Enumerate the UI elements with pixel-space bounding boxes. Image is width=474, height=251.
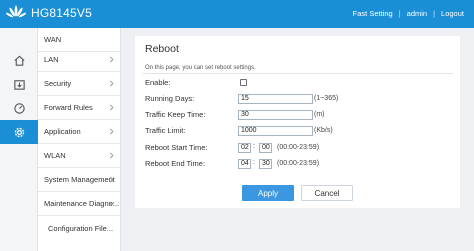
running-days-hint: (1~365) [314,95,339,102]
traffic-keep-time-hint: (m) [314,111,325,118]
page-description: On this page, you can set reboot setting… [145,65,256,71]
device-model: HG8145V5 [31,6,92,20]
end-time-hint: (00:00-23:59) [277,160,320,167]
home-icon [13,55,25,66]
menu-item-label: Security [44,79,72,88]
menu-item-label: Forward Rules [44,103,93,112]
reboot-start-time-label: Reboot Start Time: [145,143,208,152]
chevron-right-icon [109,56,114,63]
chevron-right-icon [109,104,114,111]
fast-setting-link[interactable]: Fast Setting [353,9,393,18]
chevron-down-icon [108,201,115,206]
traffic-keep-time-input[interactable]: 30 [238,110,313,120]
traffic-limit-hint: (Kb/s) [314,127,333,134]
start-time-hint: (00:00-23:59) [277,144,320,151]
end-minute-input[interactable]: 30 [259,159,272,169]
top-bar: HG8145V5 Fast Setting | admin | Logout [0,0,474,28]
submenu-label: Configuration File... [48,223,114,233]
menu-item-forward-rules[interactable]: Forward Rules [38,96,120,120]
rail-gauge[interactable] [0,96,38,120]
traffic-limit-input[interactable]: 1000 [238,126,313,136]
end-hour-input[interactable]: 04 [238,159,251,169]
chevron-right-icon [109,152,114,159]
menu-item-system-management[interactable]: System Management [38,168,120,192]
separator: | [398,9,401,18]
rail-status[interactable] [0,72,38,96]
start-minute-input[interactable]: 00 [259,143,272,153]
rail-home[interactable] [0,48,38,72]
menu-item-label: LAN [44,55,59,64]
traffic-limit-label: Traffic Limit: [145,126,186,135]
running-days-input[interactable]: 15 [238,94,313,104]
chevron-right-icon [109,176,114,183]
logout-link[interactable]: Logout [441,9,464,18]
separator: | [433,9,436,18]
status-icon [13,79,25,90]
divider [143,73,453,74]
icon-rail [0,28,38,251]
chevron-right-icon [109,128,114,135]
nav-menu: WAN LAN Security Forward Rules Applicati… [38,28,121,251]
menu-item-lan[interactable]: LAN [38,48,120,72]
cancel-button[interactable]: Cancel [301,185,353,201]
menu-item-label: System Management [44,175,115,184]
menu-item-maintenance-diagnosis[interactable]: Maintenance Diagno... [38,192,120,216]
time-colon: : [253,143,255,150]
gauge-icon [13,102,25,114]
rail-settings[interactable] [0,120,38,144]
menu-item-application[interactable]: Application [38,120,120,144]
user-name[interactable]: admin [407,9,427,18]
menu-item-label: WAN [44,35,62,44]
top-links: Fast Setting | admin | Logout [353,9,464,18]
running-days-label: Running Days: [145,94,195,103]
enable-checkbox[interactable] [240,79,247,86]
page-title: Reboot [145,43,179,55]
reboot-end-time-label: Reboot End Time: [145,159,206,168]
huawei-logo-icon [6,5,26,18]
submenu-configuration-file[interactable]: Configuration File... [38,216,120,240]
gear-icon [14,127,24,137]
menu-item-label: Application [44,127,81,136]
menu-item-security[interactable]: Security [38,72,120,96]
reboot-panel: Reboot On this page, you can set reboot … [135,36,460,208]
menu-item-label: WLAN [44,151,66,160]
time-colon: : [253,159,255,166]
start-hour-input[interactable]: 02 [238,143,251,153]
menu-item-wlan[interactable]: WLAN [38,144,120,168]
enable-label: Enable: [145,78,171,87]
apply-button[interactable]: Apply [242,185,294,201]
traffic-keep-time-label: Traffic Keep Time: [145,110,206,119]
chevron-right-icon [109,80,114,87]
